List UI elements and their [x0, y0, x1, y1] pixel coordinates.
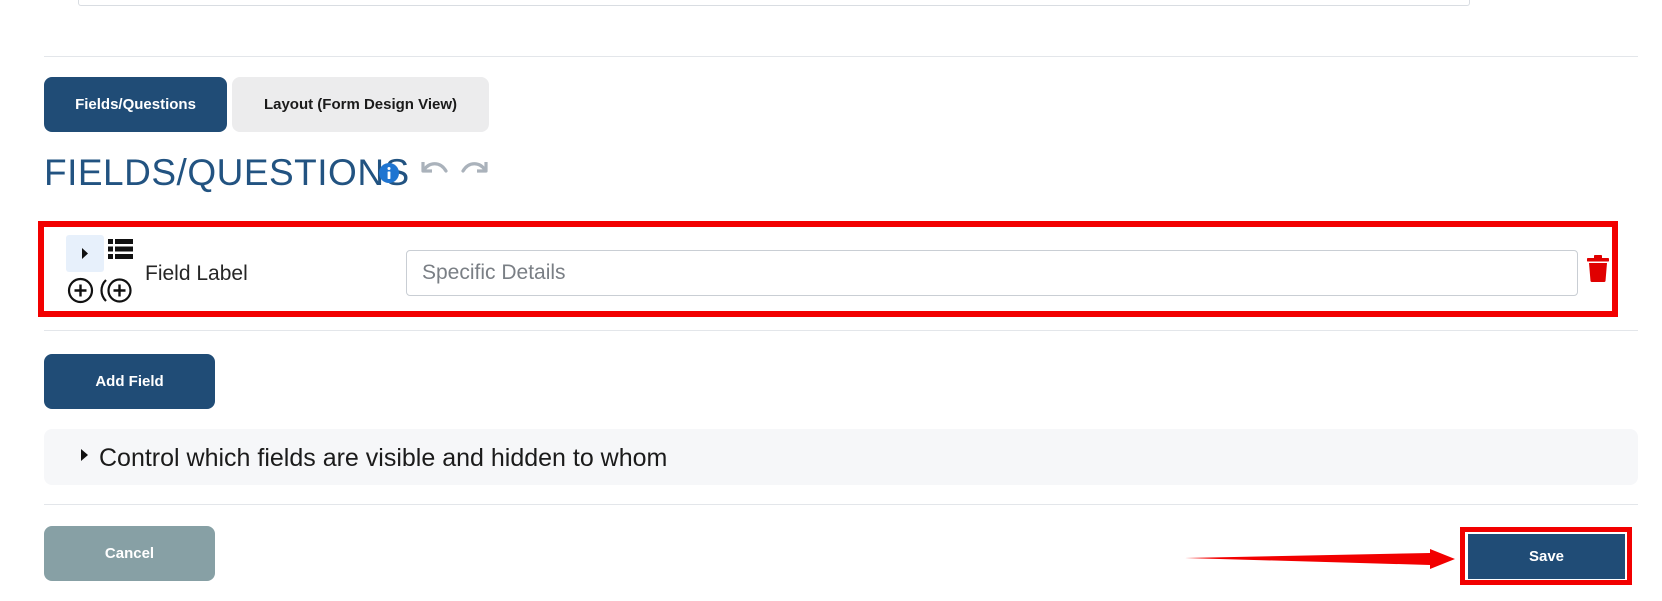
redo-icon[interactable] — [460, 158, 490, 180]
add-circle-icon[interactable] — [67, 277, 94, 304]
add-field-button[interactable]: Add Field — [44, 354, 215, 409]
save-button[interactable]: Save — [1468, 534, 1625, 579]
tab-layout-form-design[interactable]: Layout (Form Design View) — [232, 77, 489, 132]
divider — [44, 504, 1638, 505]
tab-fields-questions[interactable]: Fields/Questions — [44, 77, 227, 132]
field-label: Field Label — [145, 262, 248, 285]
divider — [44, 56, 1638, 57]
form-builder-page: Fields/Questions Layout (Form Design Vie… — [0, 0, 1662, 601]
trash-icon[interactable] — [1587, 255, 1609, 282]
caret-right-icon[interactable] — [80, 448, 90, 462]
add-nested-icon[interactable] — [99, 277, 133, 304]
visibility-controls-label[interactable]: Control which fields are visible and hid… — [99, 443, 667, 473]
undo-icon[interactable] — [419, 158, 449, 180]
field-details-input[interactable] — [406, 250, 1578, 296]
page-title: FIELDS/QUESTIONS — [44, 152, 410, 193]
list-icon[interactable] — [108, 238, 133, 260]
divider — [44, 330, 1638, 331]
expand-toggle[interactable] — [66, 235, 104, 272]
top-input-field[interactable] — [78, 0, 1470, 6]
arrow-annotation — [1185, 549, 1455, 569]
caret-right-icon — [82, 248, 88, 259]
cancel-button[interactable]: Cancel — [44, 526, 215, 581]
info-icon[interactable] — [379, 163, 399, 183]
